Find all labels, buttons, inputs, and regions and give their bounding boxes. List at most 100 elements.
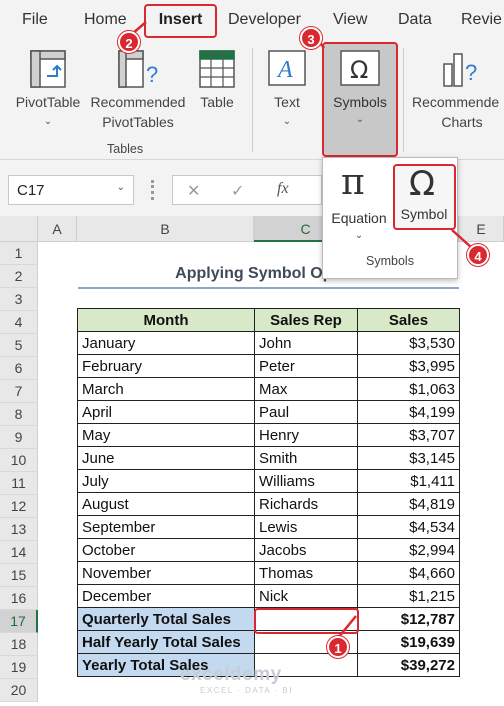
enter-icon[interactable]: ✓ xyxy=(231,181,244,201)
table-cell[interactable]: October xyxy=(77,538,255,562)
row-header[interactable]: 3 xyxy=(0,288,38,311)
cancel-icon[interactable]: ✕ xyxy=(187,181,200,201)
tab-data[interactable]: Data xyxy=(398,11,432,29)
table-button[interactable]: Table xyxy=(192,46,242,136)
table-cell[interactable]: $3,530 xyxy=(357,331,460,355)
row-header[interactable]: 11 xyxy=(0,472,38,495)
tab-insert[interactable]: Insert xyxy=(146,11,215,29)
column-header-a[interactable]: A xyxy=(38,216,77,242)
table-cell[interactable]: September xyxy=(77,515,255,539)
table-cell[interactable]: Smith xyxy=(254,446,358,470)
symbols-label: Symbols xyxy=(333,94,387,110)
pivottable-label: PivotTable xyxy=(15,94,81,110)
row-header[interactable]: 16 xyxy=(0,587,38,610)
table-cell[interactable]: June xyxy=(77,446,255,470)
row-header[interactable]: 4 xyxy=(0,311,38,334)
tab-file[interactable]: File xyxy=(22,11,48,29)
row-header[interactable]: 14 xyxy=(0,541,38,564)
row-header[interactable]: 19 xyxy=(0,656,38,679)
table-cell[interactable]: $2,994 xyxy=(357,538,460,562)
table-row: April Paul $4,199 xyxy=(77,400,460,424)
table-cell[interactable]: $3,995 xyxy=(357,354,460,378)
row-header[interactable]: 5 xyxy=(0,334,38,357)
row-header[interactable]: 17 xyxy=(0,610,38,633)
table-cell[interactable]: May xyxy=(77,423,255,447)
tab-view[interactable]: View xyxy=(333,11,367,29)
column-header-e[interactable]: E xyxy=(459,216,504,242)
table-cell[interactable]: $4,199 xyxy=(357,400,460,424)
table-cell[interactable]: November xyxy=(77,561,255,585)
row-header[interactable]: 9 xyxy=(0,426,38,449)
pivottable-button[interactable]: PivotTable ⌄ xyxy=(10,46,86,136)
row-header[interactable]: 20 xyxy=(0,679,38,702)
table-cell[interactable]: July xyxy=(77,469,255,493)
tab-review[interactable]: Revie xyxy=(461,11,502,29)
table-cell[interactable]: $12,787 xyxy=(357,607,460,631)
table-cell[interactable]: Lewis xyxy=(254,515,358,539)
table-cell[interactable]: Half Yearly Total Sales xyxy=(77,630,255,654)
table-cell[interactable]: Jacobs xyxy=(254,538,358,562)
table-cell[interactable]: Henry xyxy=(254,423,358,447)
table-cell[interactable]: February xyxy=(77,354,255,378)
table-cell[interactable]: Max xyxy=(254,377,358,401)
equation-button[interactable]: π Equation ⌄ xyxy=(327,162,391,248)
column-header-b[interactable]: B xyxy=(77,216,254,242)
active-cell-c17[interactable] xyxy=(254,608,359,634)
table-cell[interactable]: $3,145 xyxy=(357,446,460,470)
table-cell[interactable]: April xyxy=(77,400,255,424)
row-header[interactable]: 8 xyxy=(0,403,38,426)
step-badge-3: 3 xyxy=(300,27,322,49)
table-cell[interactable]: Sales xyxy=(357,308,460,332)
table-cell[interactable]: Thomas xyxy=(254,561,358,585)
table-cell[interactable]: March xyxy=(77,377,255,401)
recommended-pivottables-label-2: PivotTables xyxy=(102,114,174,130)
table-cell[interactable]: January xyxy=(77,331,255,355)
table-cell[interactable]: $1,215 xyxy=(357,584,460,608)
tab-insert-highlight[interactable]: Insert xyxy=(144,4,217,38)
text-button[interactable]: A Text ⌄ xyxy=(262,46,312,136)
row-header[interactable]: 10 xyxy=(0,449,38,472)
worksheet-grid[interactable]: A B C D E 123456789101112131415161718192… xyxy=(0,216,504,706)
symbol-button[interactable]: Ω Symbol xyxy=(393,164,456,230)
row-header[interactable]: 15 xyxy=(0,564,38,587)
row-header[interactable]: 7 xyxy=(0,380,38,403)
name-box[interactable]: C17 ⌄ xyxy=(8,175,134,205)
omega-icon: Ω xyxy=(409,164,435,204)
table-cell[interactable]: Peter xyxy=(254,354,358,378)
row-header[interactable]: 18 xyxy=(0,633,38,656)
table-row: November Thomas $4,660 xyxy=(77,561,460,585)
recommended-pivottables-button[interactable]: ? Recommended PivotTables xyxy=(88,46,188,136)
symbols-button[interactable]: Ω Symbols ⌄ xyxy=(322,42,398,157)
table-cell[interactable]: $4,660 xyxy=(357,561,460,585)
recommended-charts-button[interactable]: ? Recommende Charts xyxy=(408,46,504,136)
table-cell[interactable]: $3,707 xyxy=(357,423,460,447)
table-cell[interactable]: December xyxy=(77,584,255,608)
table-cell[interactable]: $39,272 xyxy=(357,653,460,677)
ribbon: PivotTable ⌄ ? Recommended PivotTables T… xyxy=(0,42,504,160)
table-cell[interactable]: $1,411 xyxy=(357,469,460,493)
tab-developer[interactable]: Developer xyxy=(228,11,301,29)
table-cell[interactable]: Quarterly Total Sales xyxy=(77,607,255,631)
table-cell[interactable]: August xyxy=(77,492,255,516)
tab-home[interactable]: Home xyxy=(84,11,127,29)
table-cell[interactable]: Williams xyxy=(254,469,358,493)
row-header[interactable]: 2 xyxy=(0,265,38,288)
row-header[interactable]: 6 xyxy=(0,357,38,380)
row-header[interactable]: 1 xyxy=(0,242,38,265)
select-all-corner[interactable] xyxy=(0,216,38,242)
table-cell[interactable]: Sales Rep xyxy=(254,308,358,332)
chevron-down-icon: ⌄ xyxy=(116,182,125,193)
table-row: August Richards $4,819 xyxy=(77,492,460,516)
fx-icon[interactable]: fx xyxy=(277,180,289,198)
table-cell[interactable]: Paul xyxy=(254,400,358,424)
table-cell[interactable]: $19,639 xyxy=(357,630,460,654)
table-cell[interactable]: $4,534 xyxy=(357,515,460,539)
table-cell[interactable]: John xyxy=(254,331,358,355)
table-cell[interactable]: Richards xyxy=(254,492,358,516)
row-header[interactable]: 13 xyxy=(0,518,38,541)
table-cell[interactable]: $1,063 xyxy=(357,377,460,401)
row-header[interactable]: 12 xyxy=(0,495,38,518)
table-cell[interactable]: $4,819 xyxy=(357,492,460,516)
table-cell[interactable]: Nick xyxy=(254,584,358,608)
table-cell[interactable]: Month xyxy=(77,308,255,332)
